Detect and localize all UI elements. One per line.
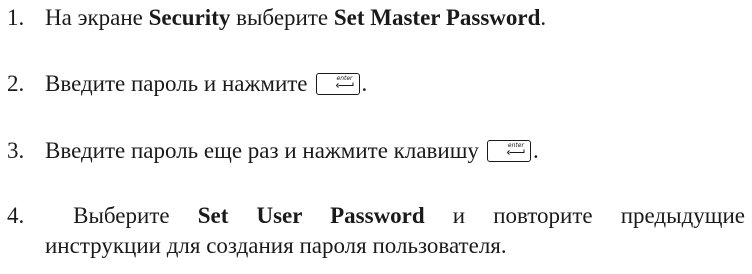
option-set-master-password: Set Master Password (333, 5, 541, 30)
enter-arrow-icon (335, 82, 354, 88)
step-text: Введите пароль и нажмите (45, 71, 308, 96)
step-4-line-1: 4. Выберите Set User Password и повторит… (7, 201, 745, 231)
step-2: 2. Введите пароль и нажмите enter. (7, 69, 367, 99)
step-text: . (532, 138, 539, 163)
instruction-steps: 1. На экране Security выберите Set Master… (0, 0, 752, 274)
option-set-user-password: Set User Password (197, 203, 425, 228)
step-4: 4. Выберите Set User Password и повторит… (7, 201, 745, 261)
screen-name-security: Security (148, 5, 231, 30)
step-number: 2. (7, 71, 25, 96)
step-number: 3. (7, 138, 25, 163)
enter-key-label: enter (507, 142, 524, 149)
step-1: 1. На экране Security выберите Set Master… (7, 3, 546, 33)
step-text: и повторите предыдущие (452, 203, 746, 228)
step-text: Выберите (73, 203, 170, 228)
step-text: . (361, 71, 368, 96)
step-text: выберите (230, 5, 334, 30)
enter-key-label: enter (336, 75, 353, 82)
step-text: Введите пароль еще раз и нажмите клавишу (45, 138, 479, 163)
step-number: 1. (7, 5, 25, 30)
enter-key-icon: enter (315, 73, 360, 95)
step-text: . (540, 5, 547, 30)
enter-key-icon: enter (486, 140, 531, 162)
step-text: На экране (45, 5, 149, 30)
step-4-line-2: инструкции для создания пароля пользоват… (45, 233, 507, 258)
step-3: 3. Введите пароль еще раз и нажмите клави… (7, 136, 539, 166)
enter-arrow-icon (506, 149, 525, 155)
step-number: 4. (7, 203, 25, 228)
